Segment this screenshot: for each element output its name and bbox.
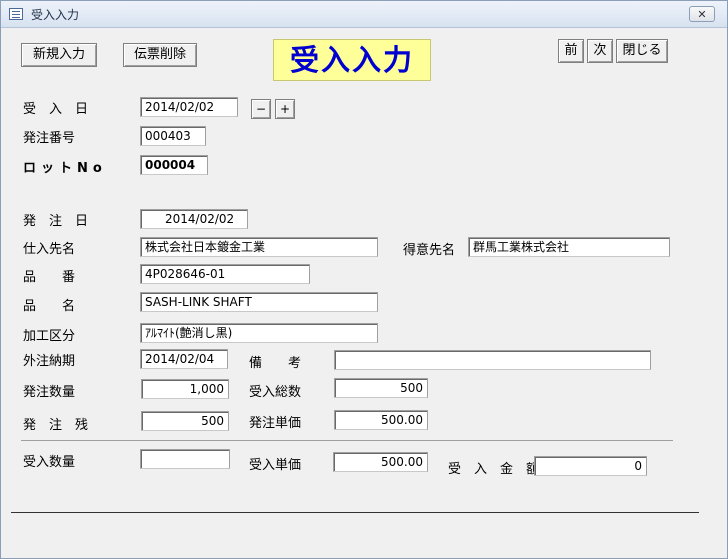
order-remaining-field[interactable]: 500 [141,411,229,431]
customer-field[interactable]: 群馬工業株式会社 [468,237,670,257]
order-remaining-label: 発 注 残 [23,418,89,433]
window-title: 受入入力 [31,8,80,22]
form-icon [9,8,23,20]
window-close-button[interactable]: ✕ [689,6,715,22]
next-record-button[interactable]: 次 [587,39,613,63]
receipt-date-label: 受 入 日 [23,102,89,117]
title-bar: 受入入力 ✕ [1,1,727,28]
part-no-field[interactable]: 4P028646-01 [140,264,310,284]
form-window: 受入入力 ✕ 新規入力 伝票削除 受入入力 前 次 閉じる 受 入 日 2014… [0,0,728,559]
received-amount-label: 受 入 金 額 [448,462,540,477]
customer-label: 得意先名 [403,243,456,258]
section-divider [21,440,673,441]
process-label: 加工区分 [23,329,76,344]
received-amount-field[interactable]: 0 [534,456,647,476]
supplier-label: 仕入先名 [23,242,76,257]
received-total-field[interactable]: 500 [334,378,428,398]
close-form-button[interactable]: 閉じる [616,39,668,63]
order-unit-price-field[interactable]: 500.00 [334,410,428,430]
part-no-label: 品 番 [23,270,76,285]
page-title-banner: 受入入力 [273,39,431,81]
date-increment-button[interactable]: + [275,99,295,119]
lot-no-field[interactable]: 000004 [140,155,208,175]
process-field[interactable]: ｱﾙﾏｲﾄ(艶消し黒) [140,323,378,343]
received-total-label: 受入総数 [249,385,302,400]
due-date-label: 外注納期 [23,354,76,369]
order-date-field[interactable]: 2014/02/02 [140,209,248,229]
part-name-label: 品 名 [23,299,76,314]
delete-slip-button[interactable]: 伝票削除 [123,43,197,67]
received-unit-price-field[interactable]: 500.00 [333,452,428,472]
due-date-field[interactable]: 2014/02/04 [140,349,228,369]
order-no-field[interactable]: 000403 [140,126,206,146]
received-qty-field[interactable] [140,449,230,469]
prev-record-button[interactable]: 前 [558,39,584,63]
received-qty-label: 受入数量 [23,455,76,470]
remarks-field[interactable] [334,350,651,370]
lot-no-label: ロットNo [23,161,107,176]
receipt-date-field[interactable]: 2014/02/02 [140,97,238,117]
footer-divider [11,512,699,513]
part-name-field[interactable]: SASH-LINK SHAFT [140,292,378,312]
date-decrement-button[interactable]: − [251,99,271,119]
remarks-label: 備 考 [249,356,302,371]
order-qty-label: 発注数量 [23,385,76,400]
order-unit-price-label: 発注単価 [249,416,302,431]
supplier-field[interactable]: 株式会社日本鍍金工業 [140,237,378,257]
order-date-label: 発 注 日 [23,214,89,229]
order-no-label: 発注番号 [23,131,76,146]
received-unit-price-label: 受入単価 [249,458,302,473]
new-entry-button[interactable]: 新規入力 [21,43,97,67]
order-qty-field[interactable]: 1,000 [141,379,229,399]
